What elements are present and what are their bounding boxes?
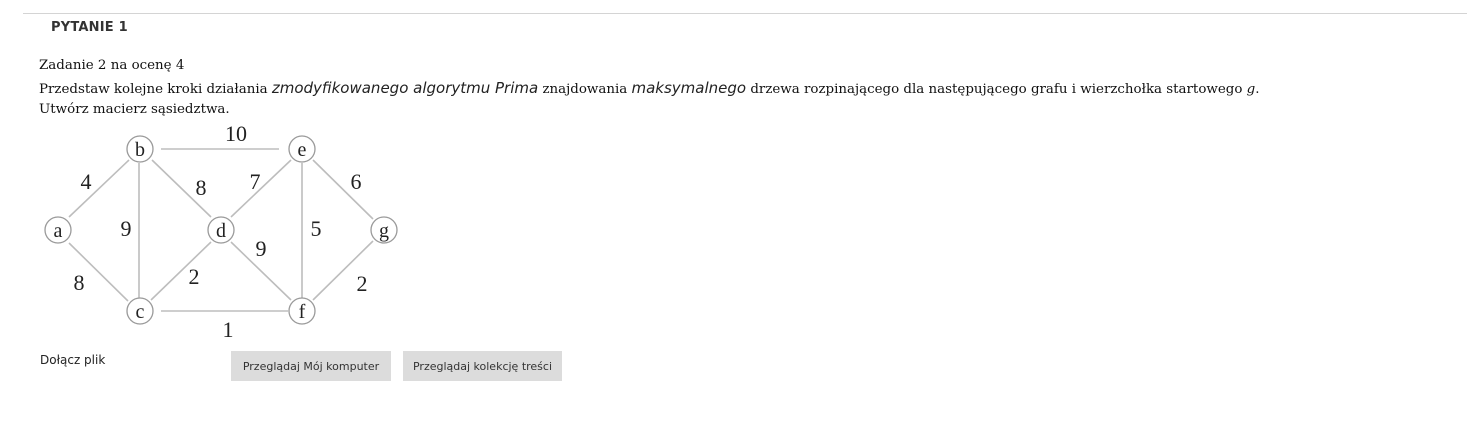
weight-b-d: 8 bbox=[196, 175, 207, 200]
weight-d-e: 7 bbox=[250, 169, 261, 194]
instruction-text-1: Przedstaw kolejne kroki działania bbox=[39, 82, 272, 97]
node-d: d bbox=[207, 216, 235, 244]
weight-a-c: 8 bbox=[74, 270, 85, 295]
node-f: f bbox=[288, 297, 316, 325]
question-header: PYTANIE 1 bbox=[51, 20, 128, 35]
weight-e-f: 5 bbox=[311, 216, 322, 241]
weight-e-g: 6 bbox=[351, 169, 362, 194]
node-f-label: f bbox=[299, 301, 306, 323]
node-e-label: e bbox=[298, 139, 307, 161]
node-d-label: d bbox=[216, 220, 226, 242]
browse-my-computer-button[interactable]: Przeglądaj Mój komputer bbox=[231, 351, 391, 381]
node-e: e bbox=[288, 135, 316, 163]
weight-c-d: 2 bbox=[189, 264, 200, 289]
task-instruction: Przedstaw kolejne kroki działania zmodyf… bbox=[39, 79, 1260, 97]
top-divider bbox=[23, 13, 1467, 14]
weight-b-c: 9 bbox=[121, 216, 132, 241]
graph-figure: 4 8 9 8 10 2 1 7 9 5 6 2 a b c d e f g bbox=[44, 121, 398, 342]
node-c-label: c bbox=[136, 301, 145, 323]
instruction-text-2: znajdowania bbox=[538, 82, 632, 97]
edge-a-b bbox=[68, 159, 130, 218]
node-c: c bbox=[126, 297, 154, 325]
node-b: b bbox=[126, 135, 154, 163]
edge-d-e bbox=[230, 159, 292, 218]
node-g: g bbox=[370, 216, 398, 244]
instruction-text-4: . bbox=[1255, 82, 1260, 97]
node-a: a bbox=[44, 216, 72, 244]
edge-e-g bbox=[312, 159, 374, 220]
node-g-label: g bbox=[379, 220, 389, 242]
weight-c-f: 1 bbox=[223, 317, 234, 342]
edge-c-d bbox=[150, 241, 212, 301]
weight-f-g: 2 bbox=[357, 271, 368, 296]
instruction-start-vertex: g bbox=[1246, 82, 1256, 97]
node-b-label: b bbox=[135, 139, 145, 161]
weight-d-f: 9 bbox=[256, 236, 267, 261]
browse-content-collection-button[interactable]: Przeglądaj kolekcję treści bbox=[403, 351, 562, 381]
task-title: Zadanie 2 na ocenę 4 bbox=[39, 58, 185, 73]
weight-b-e: 10 bbox=[225, 121, 247, 146]
weight-a-b: 4 bbox=[81, 169, 92, 194]
attach-file-label: Dołącz plik bbox=[40, 353, 106, 367]
instruction-emphasis-algorithm: zmodyfikowanego algorytmu Prima bbox=[271, 79, 539, 97]
instruction-emphasis-maximal: maksymalnego bbox=[631, 79, 747, 97]
node-a-label: a bbox=[54, 220, 63, 242]
task-subinstruction: Utwórz macierz sąsiedztwa. bbox=[39, 102, 230, 117]
instruction-text-3: drzewa rozpinającego dla następującego g… bbox=[746, 82, 1247, 97]
